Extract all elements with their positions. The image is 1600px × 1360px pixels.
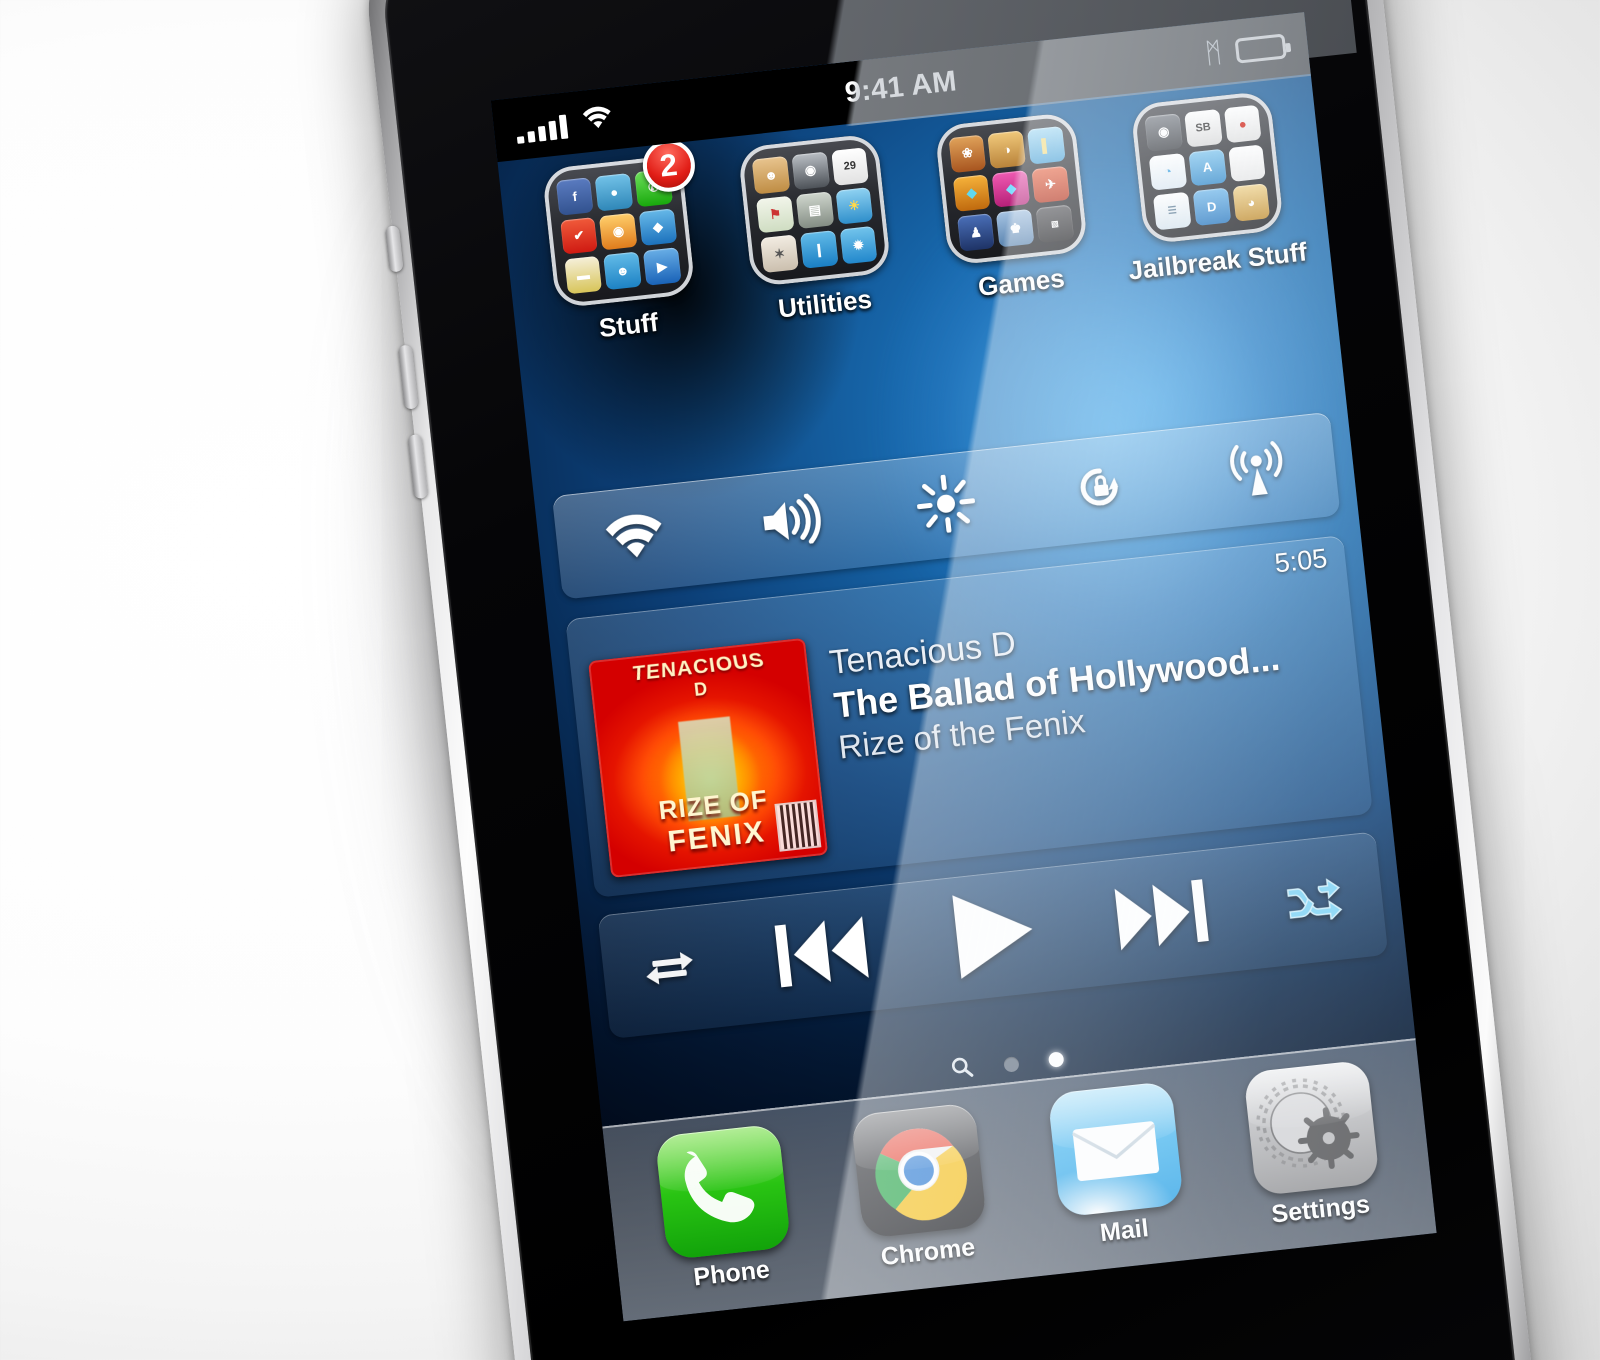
mini-icon-dropbox: ◆ [638, 208, 677, 247]
next-button[interactable] [1110, 872, 1214, 961]
dock-label: Chrome [879, 1233, 977, 1272]
mini-icon-contacts: ☻ [751, 155, 791, 195]
folder-tile[interactable]: ❀ ◑ ▌ ◆ ◆ ✈ ♟ ♚ ▧ [933, 111, 1089, 267]
rotation-lock-toggle[interactable] [1049, 436, 1155, 542]
settings-gears-icon [1243, 1059, 1381, 1197]
mini-icon-record: ● [1223, 104, 1262, 143]
mini-icon-iblacklist: ☰ [1153, 192, 1192, 231]
shuffle-button[interactable] [1283, 872, 1346, 929]
mini-icon-emoji-face: ☻ [603, 251, 642, 291]
page-dot-1[interactable] [1003, 1056, 1020, 1073]
mini-icon-sbsettings: SB [1184, 108, 1223, 148]
previous-button[interactable] [769, 909, 873, 998]
repeat-icon [640, 944, 701, 997]
mini-icon-dreamboard: D [1192, 187, 1231, 227]
mini-icon-game-5: ♚ [996, 209, 1035, 248]
home-screen: 9:41 AM ᛗ f ● ✆ ✔ ◉ ◆ ▬ [490, 12, 1437, 1322]
mini-icon-calendar: 29 [830, 147, 870, 186]
mini-icon-camera: ◉ [791, 151, 830, 190]
dock-app-phone[interactable]: Phone [634, 1121, 816, 1297]
wifi-icon [603, 510, 668, 569]
folder-tile[interactable]: ◉ SB ● ◔ A ☰ D ◕ [1130, 90, 1285, 245]
mini-icon-teddy: ◉ [599, 212, 638, 251]
repeat-button[interactable] [640, 944, 701, 997]
folder-utilities[interactable]: ☻ ◉ 29 ⚑ ▤ ☀ ✶ ❙ ✹ Utilities [719, 131, 915, 329]
mini-icon-facebook: f [555, 177, 594, 216]
previous-track-icon [769, 909, 873, 998]
mini-icon-weather: ☀ [835, 186, 874, 225]
track-elapsed-time: 5:05 [1273, 542, 1329, 579]
mini-icon-game-2: ◑ [987, 130, 1026, 169]
mini-icon-game-3: ▌ [1027, 126, 1066, 165]
mini-icon-game-4: ♟ [956, 213, 996, 252]
mini-icon-tapatalk-bear: ● [595, 172, 634, 212]
wifi-toggle[interactable] [582, 487, 688, 593]
folder-stuff[interactable]: f ● ✆ ✔ ◉ ◆ ▬ ☻ ▶ 2 Stuff [522, 137, 718, 350]
mini-icon-gem-game-orange: ◆ [952, 174, 991, 213]
shuffle-icon [1283, 872, 1346, 929]
mail-envelope-icon [1047, 1080, 1184, 1218]
mini-icon-voice-memos: ❙ [799, 230, 839, 269]
mini-icon-cydia: ◉ [1144, 113, 1183, 152]
folder-label: Stuff [597, 306, 660, 344]
mini-icon-wallet: ▬ [564, 256, 603, 295]
volume-toggle[interactable] [738, 470, 844, 576]
mini-icon-game-1: ❀ [948, 134, 987, 173]
mini-icon-clear-todo: ✔ [559, 216, 599, 255]
brightness-sun-icon [914, 471, 978, 540]
mini-icon-activator: A [1188, 148, 1227, 187]
mini-icon-game-6: ▧ [1035, 204, 1074, 244]
mini-icon-winterboard: ◕ [1232, 183, 1271, 222]
album-artwork[interactable]: TENACIOUS D RIZE OF FENIX [587, 637, 829, 879]
folder-games[interactable]: ❀ ◑ ▌ ◆ ◆ ✈ ♟ ♚ ▧ Games [915, 110, 1111, 308]
iphone-device: 9:41 AM ᛗ f ● ✆ ✔ ◉ ◆ ▬ [359, 0, 1555, 1360]
mini-icon-maps: ⚑ [756, 195, 795, 234]
play-icon [940, 882, 1044, 989]
dock-label: Settings [1270, 1190, 1372, 1229]
folder-jailbreak-stuff[interactable]: ◉ SB ● ◔ A ☰ D ◕ Jailbreak Stuff [1111, 88, 1308, 286]
mini-icon-rocket-game: ✈ [1031, 165, 1070, 204]
chrome-icon [850, 1102, 988, 1239]
page-dot-2[interactable] [1047, 1051, 1065, 1068]
mini-icon-blank-app [1227, 144, 1267, 183]
mini-icon-wifi-app: ◔ [1148, 152, 1188, 191]
search-icon[interactable] [949, 1054, 976, 1085]
next-track-icon [1110, 872, 1214, 961]
mini-icon-compass: ✶ [760, 234, 799, 274]
mini-icon-gem-game-pink: ◆ [992, 169, 1031, 208]
parental-advisory-icon [774, 799, 822, 852]
cellular-data-toggle[interactable] [1204, 419, 1310, 525]
speaker-volume-icon [757, 492, 825, 553]
phone-handset-icon [654, 1123, 792, 1261]
track-info: Tenacious D The Ballad of Hollywood... R… [827, 589, 1344, 769]
play-button[interactable] [940, 882, 1044, 989]
dock-app-chrome[interactable]: Chrome [830, 1100, 1012, 1276]
mini-icon-photos: ✹ [839, 226, 878, 265]
mini-icon-calculator: ▤ [795, 191, 834, 230]
dock-label: Phone [692, 1255, 772, 1292]
folder-tile[interactable]: ☻ ◉ 29 ⚑ ▤ ☀ ✶ ❙ ✹ [737, 133, 892, 288]
dock-app-mail[interactable]: Mail [1026, 1079, 1208, 1255]
device-glass-face: 9:41 AM ᛗ f ● ✆ ✔ ◉ ◆ ▬ [377, 0, 1537, 1360]
brightness-toggle[interactable] [893, 453, 999, 559]
mini-icon-video-player: ▶ [643, 247, 682, 286]
dock-label: Mail [1098, 1214, 1151, 1248]
dock-app-settings[interactable]: Settings [1223, 1057, 1405, 1233]
radio-tower-icon [1225, 437, 1289, 506]
rotation-lock-icon [1069, 455, 1135, 522]
